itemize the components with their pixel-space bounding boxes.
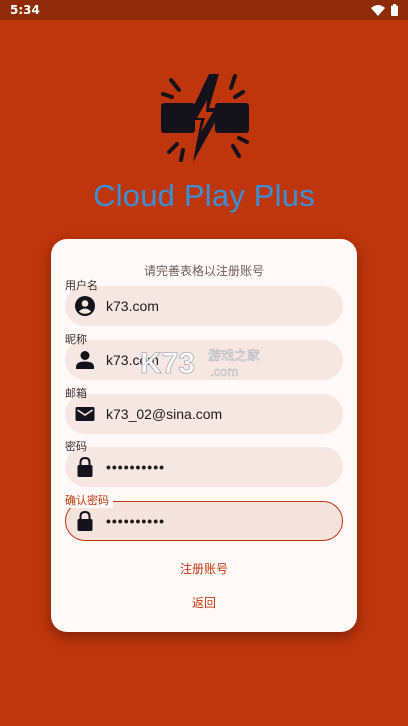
username-value[interactable]: k73.com xyxy=(106,286,159,326)
back-button[interactable]: 返回 xyxy=(51,594,357,611)
email-value[interactable]: k73_02@sina.com xyxy=(106,394,222,434)
confirm-password-field[interactable]: 确认密码 •••••••••• xyxy=(65,494,343,541)
register-button[interactable]: 注册账号 xyxy=(51,560,357,577)
nickname-label: 昵称 xyxy=(65,333,87,346)
register-card: 请完善表格以注册账号 用户名 k73.com 昵称 k73.com 邮箱 k73… xyxy=(51,239,357,632)
status-bar: 5:34 xyxy=(0,0,408,20)
form-heading: 请完善表格以注册账号 xyxy=(143,264,264,278)
username-field[interactable]: 用户名 k73.com xyxy=(65,279,343,326)
password-field[interactable]: 密码 •••••••••• xyxy=(65,440,343,487)
app-logo-icon xyxy=(157,70,253,166)
email-field[interactable]: 邮箱 k73_02@sina.com xyxy=(65,387,343,434)
nickname-field[interactable]: 昵称 k73.com xyxy=(65,333,343,380)
account-circle-icon xyxy=(74,295,96,317)
battery-icon xyxy=(391,4,398,16)
lock-icon xyxy=(74,456,96,478)
email-label: 邮箱 xyxy=(65,387,87,400)
password-value[interactable]: •••••••••• xyxy=(106,447,165,487)
wifi-icon xyxy=(371,4,385,16)
nickname-value[interactable]: k73.com xyxy=(106,340,159,380)
email-icon xyxy=(74,403,96,425)
status-time: 5:34 xyxy=(10,3,40,17)
register-screen: 5:34 Cloud Play Plus 请完善表格以注册账号 用户名 k73.… xyxy=(0,0,408,726)
password-label: 密码 xyxy=(65,440,87,453)
person-icon xyxy=(74,349,96,371)
username-label: 用户名 xyxy=(65,279,98,292)
status-icons xyxy=(371,4,398,16)
app-title: Cloud Play Plus xyxy=(93,178,315,213)
confirm-password-value[interactable]: •••••••••• xyxy=(106,501,165,541)
lock-icon xyxy=(74,510,96,532)
